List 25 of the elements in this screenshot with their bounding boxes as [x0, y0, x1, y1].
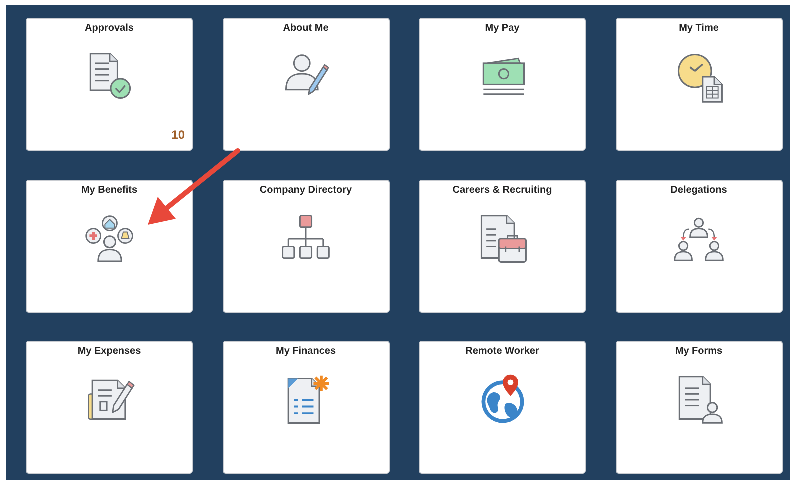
tile-title: Delegations — [670, 184, 728, 196]
tile-title: My Expenses — [78, 346, 142, 357]
tile-title: My Time — [679, 23, 719, 34]
tile-card[interactable]: Approvals 10 — [26, 18, 193, 151]
tile-card[interactable]: My Forms — [616, 341, 782, 474]
tile-title: My Finances — [276, 346, 336, 357]
tile-card[interactable]: My Time — [616, 18, 782, 151]
tile-title: My Pay — [485, 23, 520, 34]
tile-title: Approvals — [85, 23, 134, 34]
tile-title: My Forms — [675, 346, 723, 357]
tile-card[interactable]: About Me — [222, 18, 390, 151]
tile-card[interactable]: Delegations — [616, 180, 782, 312]
tile-card[interactable]: My Finances — [222, 341, 390, 474]
tile-title: Company Directory — [260, 184, 352, 196]
tile-card[interactable]: Remote Worker — [419, 341, 586, 474]
tile-title: Remote Worker — [466, 346, 540, 357]
tile-card[interactable]: Careers & Recruiting — [419, 180, 586, 312]
count-label: 10 — [172, 128, 185, 142]
tile-card[interactable]: Company Directory — [222, 180, 390, 312]
tile-title: My Benefits — [81, 184, 138, 196]
tile-card[interactable]: My Pay — [419, 18, 586, 151]
tile-title: About Me — [283, 23, 329, 34]
tile-card[interactable]: My Benefits — [26, 180, 193, 312]
tile-title: Careers & Recruiting — [452, 184, 552, 196]
tile-card[interactable]: My Expenses — [26, 341, 193, 474]
